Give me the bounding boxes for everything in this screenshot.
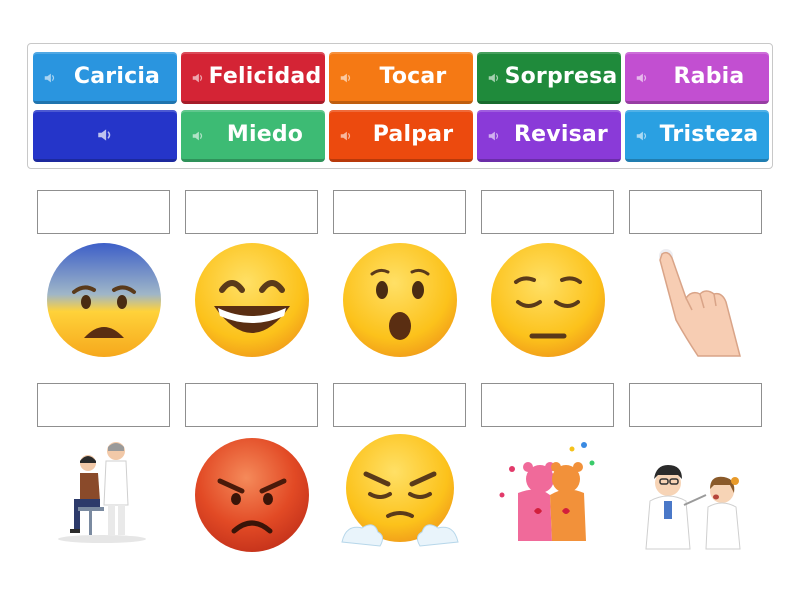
tile-label: Palpar [372,122,454,147]
speaker-icon[interactable] [191,128,205,142]
hugging-bears-image [488,435,608,555]
tile-label: Felicidad [208,64,322,89]
speaker-icon[interactable] [635,128,649,142]
drop-box[interactable] [37,383,170,427]
drop-box[interactable] [481,383,614,427]
doctor-checking-throat-image [636,435,756,555]
speaker-icon[interactable] [339,128,353,142]
tile-label: Caricia [73,64,161,89]
word-bank: Caricia Felicidad Tocar Sorpresa Rabia M… [27,43,773,169]
speaker-icon[interactable] [635,70,649,84]
drop-box[interactable] [333,190,466,234]
tile-label: Miedo [226,122,304,147]
drop-box[interactable] [629,383,762,427]
drop-box[interactable] [185,383,318,427]
drop-box[interactable] [481,190,614,234]
tile-label [59,110,175,159]
grinning-face-image [192,240,312,360]
angry-face-image [192,435,312,555]
speaker-icon[interactable] [487,128,501,142]
tile-audio-only[interactable] [33,110,177,162]
speaker-icon[interactable] [339,70,353,84]
tile-label: Sorpresa [504,64,618,89]
tile-revisar[interactable]: Revisar [477,110,621,162]
tile-miedo[interactable]: Miedo [181,110,325,162]
fearful-face-image [44,240,164,360]
speaker-icon[interactable] [487,70,501,84]
tile-palpar[interactable]: Palpar [329,110,473,162]
drop-box[interactable] [629,190,762,234]
tile-tocar[interactable]: Tocar [329,52,473,104]
drop-box[interactable] [185,190,318,234]
drop-box[interactable] [333,383,466,427]
surprised-face-image [340,240,460,360]
tile-felicidad[interactable]: Felicidad [181,52,325,104]
speaker-icon[interactable] [43,70,57,84]
speaker-icon[interactable] [191,70,205,84]
tile-sorpresa[interactable]: Sorpresa [477,52,621,104]
tile-label: Rabia [673,64,745,89]
sad-face-image [488,240,608,360]
pointing-finger-image [636,240,756,360]
tile-rabia[interactable]: Rabia [625,52,769,104]
doctor-examining-patient-image [44,435,164,555]
tile-label: Tocar [379,64,447,89]
drop-box[interactable] [37,190,170,234]
tile-tristeza[interactable]: Tristeza [625,110,769,162]
tile-caricia[interactable]: Caricia [33,52,177,104]
steam-nose-face-image [340,432,460,552]
tile-label: Revisar [514,122,608,147]
tile-label: Tristeza [659,122,759,147]
